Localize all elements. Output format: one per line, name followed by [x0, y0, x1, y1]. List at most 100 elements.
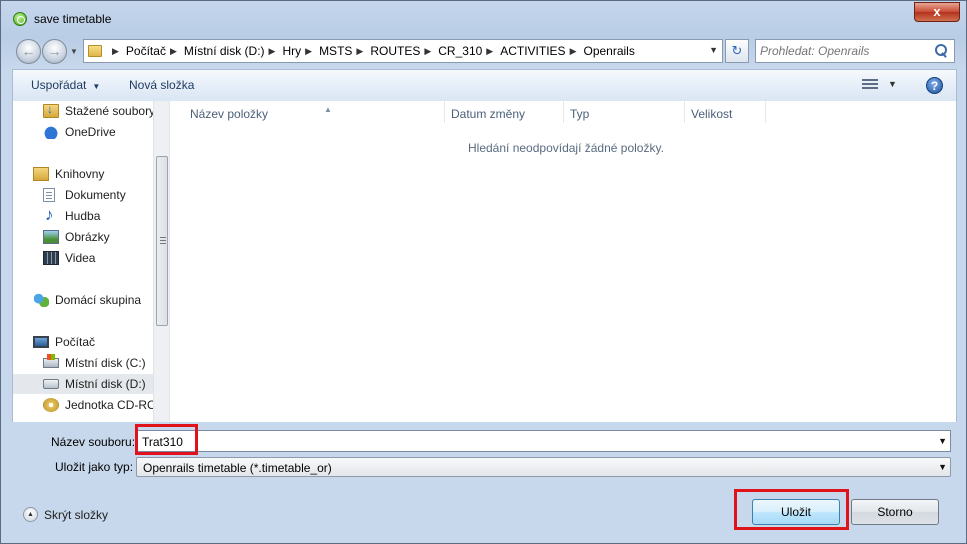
address-bar[interactable]: ▶ Počítač ▶ Místní disk (D:) ▶ Hry ▶ MST… — [83, 39, 723, 63]
breadcrumb-separator[interactable]: ▶ — [112, 46, 119, 57]
breadcrumb-hry[interactable]: Hry — [282, 44, 301, 58]
breadcrumb-separator[interactable]: ▶ — [424, 46, 431, 57]
back-button[interactable]: ← — [16, 39, 41, 64]
column-header-type[interactable]: Typ — [564, 106, 684, 126]
close-button[interactable]: x — [914, 2, 960, 22]
refresh-button[interactable]: ↻ — [725, 39, 749, 63]
breadcrumb-separator[interactable]: ▶ — [356, 46, 363, 57]
help-icon[interactable]: ? — [926, 77, 943, 94]
drive-d-icon — [43, 379, 59, 389]
organize-label: Uspořádat — [31, 78, 87, 92]
title-bar: save timetable x — [1, 1, 966, 35]
sidebar-item-music[interactable]: Hudba — [43, 205, 101, 226]
search-box[interactable] — [755, 39, 955, 63]
save-dialog: save timetable x ← → ▼ ▶ Počítač ▶ Místn… — [0, 0, 967, 544]
cancel-button[interactable]: Storno — [851, 499, 939, 525]
sidebar-item-computer[interactable]: Počítač — [33, 332, 95, 352]
navigation-pane[interactable]: Stažené soubory OneDrive Knihovny Dokume… — [12, 101, 169, 422]
breadcrumb-separator[interactable]: ▶ — [486, 46, 493, 57]
drive-c-icon — [43, 354, 59, 368]
sidebar-item-label: Jednotka CD-ROM — [65, 398, 167, 412]
breadcrumb-separator[interactable]: ▶ — [170, 46, 177, 57]
sidebar-item-pictures[interactable]: Obrázky — [43, 227, 110, 247]
sidebar-item-videos[interactable]: Videa — [43, 248, 95, 268]
sidebar-item-cdrom[interactable]: Jednotka CD-ROM — [43, 395, 166, 415]
navigation-scrollbar[interactable] — [153, 101, 169, 422]
column-header-date[interactable]: Datum změny — [445, 106, 563, 126]
breadcrumb-routes[interactable]: ROUTES — [370, 44, 420, 58]
downloads-icon — [43, 102, 59, 118]
computer-icon — [33, 336, 49, 348]
documents-icon — [43, 188, 55, 202]
breadcrumb-cr310[interactable]: CR_310 — [438, 44, 482, 58]
homegroup-icon — [33, 293, 49, 307]
videos-icon — [43, 251, 59, 265]
recent-locations-dropdown[interactable]: ▼ — [70, 47, 78, 56]
sidebar-item-label: OneDrive — [65, 125, 116, 139]
sidebar-item-onedrive[interactable]: OneDrive — [43, 122, 116, 142]
hide-folders-toggle[interactable]: ▲ Skrýt složky — [23, 507, 108, 522]
save-button[interactable]: Uložit — [752, 499, 840, 525]
filetype-label: Uložit jako typ: — [55, 460, 134, 474]
cdrom-icon — [43, 398, 59, 412]
filename-highlight-box — [135, 424, 198, 455]
sidebar-item-label: Videa — [65, 251, 96, 265]
chevron-down-icon: ▼ — [92, 82, 101, 91]
onedrive-icon — [43, 125, 59, 139]
sidebar-item-documents[interactable]: Dokumenty — [43, 185, 126, 205]
app-icon — [13, 12, 27, 26]
new-folder-button[interactable]: Nová složka — [129, 78, 194, 92]
breadcrumb-separator[interactable]: ▶ — [269, 46, 276, 57]
sidebar-item-label: Místní disk (C:) — [65, 356, 146, 370]
refresh-icon: ↻ — [731, 43, 743, 58]
file-list[interactable]: Název položky ▲ Datum změny Typ Velikost… — [169, 101, 957, 422]
sidebar-item-label: Počítač — [55, 335, 96, 349]
hide-folders-label: Skrýt složky — [44, 507, 109, 522]
sidebar-item-label: Stažené soubory — [65, 104, 156, 118]
pictures-icon — [43, 230, 59, 244]
breadcrumb-openrails[interactable]: Openrails — [583, 44, 634, 58]
sidebar-item-label: Hudba — [65, 209, 101, 223]
collapse-up-icon: ▲ — [23, 507, 38, 522]
view-dropdown-icon[interactable]: ▼ — [888, 79, 897, 89]
breadcrumb-msts[interactable]: MSTS — [319, 44, 352, 58]
search-input[interactable] — [760, 43, 932, 59]
libraries-icon — [33, 167, 49, 181]
forward-arrow-icon: → — [47, 43, 62, 59]
sort-ascending-icon: ▲ — [324, 105, 332, 114]
organize-menu[interactable]: Uspořádat ▼ — [31, 78, 100, 92]
breadcrumb-separator[interactable]: ▶ — [305, 46, 312, 57]
filetype-select[interactable]: Openrails timetable (*.timetable_or) ▼ — [136, 457, 951, 477]
breadcrumb-computer[interactable]: Počítač — [126, 44, 166, 58]
close-icon: x — [933, 4, 941, 19]
sidebar-item-drive-c[interactable]: Místní disk (C:) — [43, 353, 146, 373]
sidebar-item-downloads[interactable]: Stažené soubory — [43, 101, 155, 121]
column-divider[interactable] — [765, 101, 766, 123]
filename-input[interactable] — [142, 434, 922, 449]
breadcrumb-drive-d[interactable]: Místní disk (D:) — [184, 44, 265, 58]
filetype-value: Openrails timetable (*.timetable_or) — [143, 461, 332, 475]
breadcrumb-separator[interactable]: ▶ — [570, 46, 577, 57]
forward-button[interactable]: → — [42, 39, 67, 64]
sidebar-item-drive-d[interactable]: Místní disk (D:) — [13, 374, 154, 394]
filename-label: Název souboru: — [51, 435, 136, 449]
sidebar-item-label: Knihovny — [55, 167, 105, 181]
column-header-label: Název položky — [190, 107, 269, 121]
sidebar-item-homegroup[interactable]: Domácí skupina — [33, 290, 141, 310]
column-header-size[interactable]: Velikost — [685, 106, 765, 126]
filename-field[interactable]: ▼ — [136, 430, 951, 452]
command-bar: Uspořádat ▼ Nová složka ▼ ? — [12, 69, 957, 101]
sidebar-item-libraries[interactable]: Knihovny — [33, 164, 104, 184]
scrollbar-thumb[interactable] — [156, 156, 168, 326]
column-header-name[interactable]: Název položky ▲ — [184, 105, 444, 126]
view-options-icon[interactable] — [862, 79, 878, 91]
filename-dropdown-icon[interactable]: ▼ — [938, 436, 947, 446]
music-icon — [43, 205, 59, 225]
sidebar-item-label: Domácí skupina — [55, 293, 142, 307]
address-dropdown-icon[interactable]: ▼ — [709, 45, 718, 55]
window-title: save timetable — [34, 12, 112, 26]
breadcrumb-activities[interactable]: ACTIVITIES — [500, 44, 565, 58]
sidebar-item-label: Místní disk (D:) — [65, 377, 146, 391]
search-icon[interactable] — [934, 43, 948, 59]
filetype-dropdown-icon[interactable]: ▼ — [938, 462, 947, 472]
